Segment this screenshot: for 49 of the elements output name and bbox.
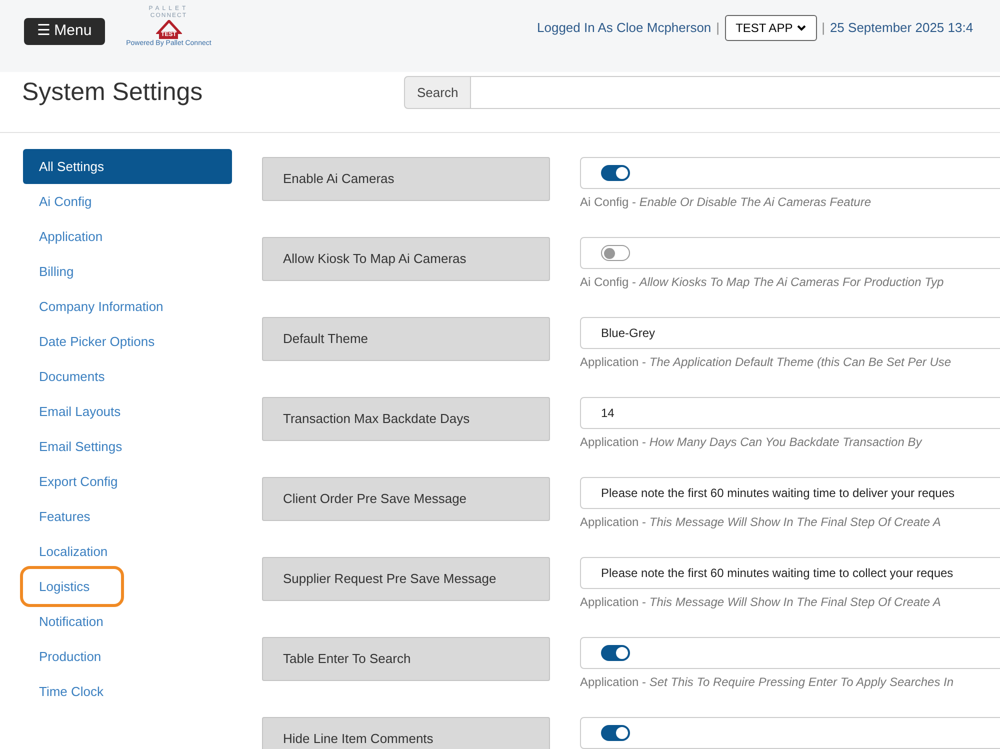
- setting-description: Ai Config - Enable Or Disable The Ai Cameras Feature: [580, 194, 872, 211]
- toggle-switch[interactable]: [601, 165, 630, 181]
- sidebar-item[interactable]: Ai Config: [23, 184, 232, 219]
- setting-description: Ai Config - Allow Kiosks To Map The Ai Cameras For Production Typ: [580, 274, 945, 291]
- text-field[interactable]: 14: [580, 397, 1000, 429]
- sidebar-item[interactable]: Documents: [23, 359, 232, 394]
- sidebar-item[interactable]: Features: [23, 499, 232, 534]
- setting-label: Hide Line Item Comments: [262, 717, 550, 749]
- setting-description: Application - Set This To Require Pressing Enter To Apply Searches In: [580, 674, 955, 691]
- setting-label: Client Order Pre Save Message: [262, 477, 550, 521]
- sidebar-item[interactable]: Logistics: [23, 569, 121, 604]
- sidebar-item[interactable]: Localization: [23, 534, 232, 569]
- date-time: 25 September 2025 13:4: [830, 19, 974, 38]
- setting-label: Supplier Request Pre Save Message: [262, 557, 550, 601]
- menu-button[interactable]: ☰ Menu: [24, 18, 105, 45]
- toggle-switch[interactable]: [601, 645, 630, 661]
- sidebar-item[interactable]: All Settings: [23, 149, 232, 184]
- setting-label: Default Theme: [262, 317, 550, 361]
- sidebar-item[interactable]: Billing: [23, 254, 232, 289]
- sidebar-item[interactable]: Date Picker Options: [23, 324, 232, 359]
- setting-description: Application - This Message Will Show In The Final Step Of Create A: [580, 514, 942, 531]
- toggle-switch[interactable]: [601, 725, 630, 741]
- sidebar-item[interactable]: Application: [23, 219, 232, 254]
- sidebar-item[interactable]: Email Settings: [23, 429, 232, 464]
- app-select[interactable]: TEST APP: [724, 15, 817, 41]
- separator: |: [716, 19, 720, 38]
- page-title: System Settings: [22, 77, 203, 108]
- caret-icon: [796, 25, 806, 31]
- separator: |: [822, 19, 825, 38]
- text-field[interactable]: Blue-Grey: [580, 317, 1000, 349]
- sidebar-item[interactable]: Time Clock: [23, 674, 232, 709]
- setting-description: Application - This Message Will Show In The Final Step Of Create A: [580, 594, 942, 611]
- sidebar-item[interactable]: Notification: [23, 604, 232, 639]
- setting-label: Allow Kiosk To Map Ai Cameras: [262, 237, 550, 281]
- search-field[interactable]: [471, 76, 1000, 109]
- setting-label: Transaction Max Backdate Days: [262, 397, 550, 441]
- sidebar-item[interactable]: Export Config: [23, 464, 232, 499]
- text-field[interactable]: Please note the first 60 minutes waiting time to collect your reques: [580, 557, 1000, 589]
- toggle-switch[interactable]: [601, 245, 630, 261]
- setting-label: Enable Ai Cameras: [262, 157, 550, 201]
- text-field[interactable]: Please note the first 60 minutes waiting time to deliver your reques: [580, 477, 1000, 509]
- sidebar-item[interactable]: Production: [23, 639, 232, 674]
- sidebar-item[interactable]: Email Layouts: [23, 394, 232, 429]
- setting-description: Application - The Application Default Theme (this Can Be Set Per Use: [580, 354, 952, 371]
- setting-description: Application - How Many Days Can You Backdate Transaction By: [580, 434, 924, 451]
- sidebar-item[interactable]: Company Information: [23, 289, 232, 324]
- setting-label: Table Enter To Search: [262, 637, 550, 681]
- search-label: Search: [404, 76, 472, 109]
- logged-in-user: Logged In As Cloe Mcpherson: [537, 19, 712, 38]
